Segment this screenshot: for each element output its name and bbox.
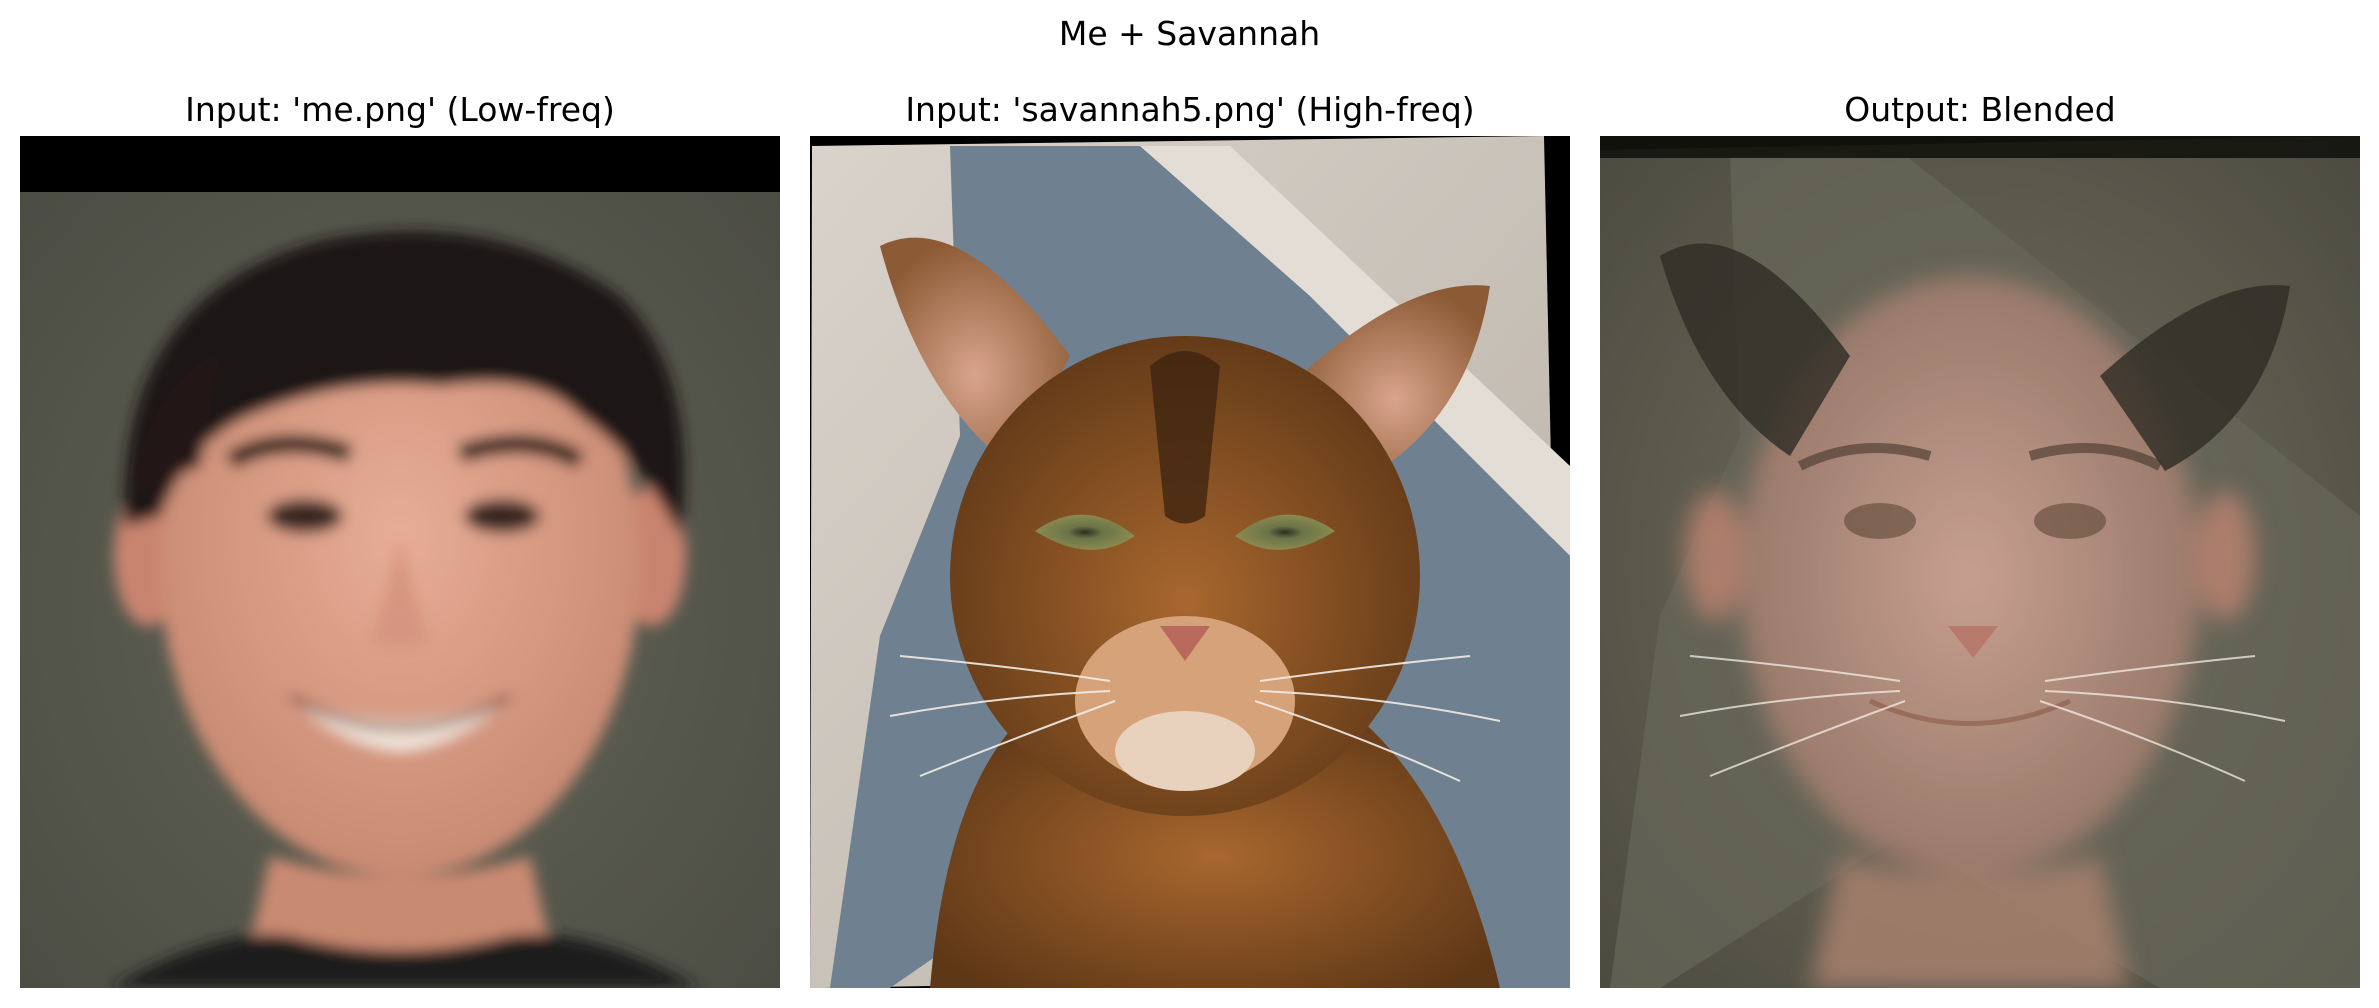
panel-title-input-low-freq: Input: 'me.png' (Low-freq) — [185, 90, 615, 129]
image-low-freq-portrait — [20, 136, 780, 988]
panel-title-output-blended: Output: Blended — [1844, 90, 2116, 129]
image-blended-output — [1600, 136, 2360, 988]
image-high-freq-cat — [810, 136, 1570, 988]
figure-title: Me + Savannah — [1058, 14, 1321, 53]
panel-title-input-high-freq: Input: 'savannah5.png' (High-freq) — [905, 90, 1475, 129]
portrait-photo — [20, 136, 780, 988]
cat-photo — [810, 136, 1570, 988]
hybrid-image — [1600, 136, 2360, 988]
